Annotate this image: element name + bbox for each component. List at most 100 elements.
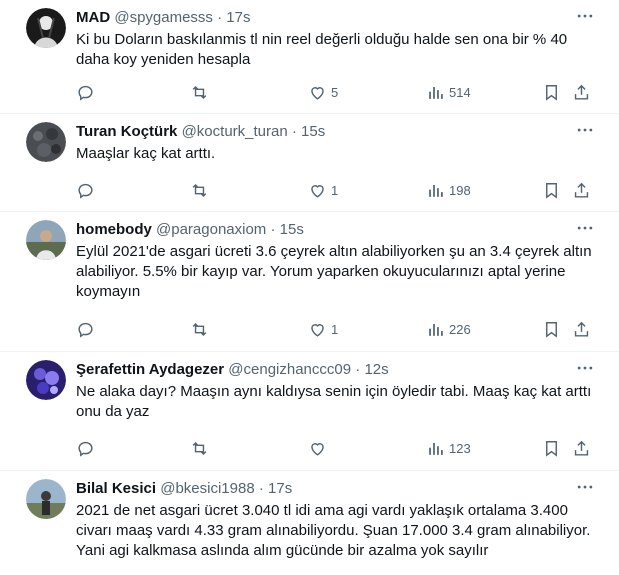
views-icon [429, 184, 443, 197]
tweet[interactable]: Şerafettin Aydagezer @cengizhanccc09 · 1… [0, 352, 619, 471]
avatar[interactable] [26, 479, 66, 519]
like-button[interactable]: 1 [308, 180, 338, 200]
views-button[interactable]: 514 [426, 82, 471, 102]
share-button[interactable] [572, 180, 591, 200]
separator: · [291, 123, 297, 140]
like-icon [311, 442, 324, 456]
separator: · [258, 480, 264, 497]
timestamp[interactable]: 17s [226, 9, 250, 26]
avatar[interactable] [26, 220, 66, 260]
retweet-button[interactable] [190, 319, 213, 339]
views-button[interactable]: 123 [426, 438, 471, 458]
tweet-header: homebody @paragonaxiom · 15s [76, 220, 304, 240]
tweet-text: Eylül 2021'de asgari ücreti 3.6 çeyrek a… [76, 243, 592, 300]
retweet-icon [192, 441, 207, 455]
user-handle[interactable]: @kocturk_turan [182, 123, 288, 140]
tweet-text: Ki bu Doların baskılanmis tl nin reel de… [76, 31, 568, 68]
bookmark-icon [546, 440, 557, 457]
views-count: 514 [449, 84, 471, 100]
tweet[interactable]: Turan Koçtürk @kocturk_turan · 15s Maaşl… [0, 114, 619, 212]
bookmark-button[interactable] [542, 82, 561, 102]
like-icon [311, 184, 324, 198]
separator: · [270, 221, 276, 238]
bookmark-button[interactable] [542, 319, 561, 339]
retweet-button[interactable] [190, 82, 213, 102]
display-name[interactable]: MAD [76, 9, 110, 26]
like-count: 5 [331, 84, 339, 100]
reply-icon [78, 322, 93, 338]
views-count: 123 [449, 440, 471, 456]
more-icon[interactable] [575, 218, 595, 238]
views-button[interactable]: 226 [426, 319, 471, 339]
tweet-actions: 123 [76, 438, 596, 458]
like-icon [311, 86, 324, 100]
tweet[interactable]: MAD @spygamesss · 17s Ki bu Doların bask… [0, 0, 619, 114]
bookmark-icon [546, 321, 557, 338]
bookmark-icon [546, 182, 557, 199]
views-count: 198 [449, 182, 471, 198]
reply-icon [78, 441, 93, 457]
share-icon [574, 84, 589, 100]
like-count: 1 [331, 182, 339, 198]
reply-icon [78, 85, 93, 101]
share-icon [574, 321, 589, 337]
share-button[interactable] [572, 438, 591, 458]
tweet[interactable]: homebody @paragonaxiom · 15s Eylül 2021'… [0, 212, 619, 352]
tweet-text: Ne alaka dayı? Maaşın aynı kaldıysa seni… [76, 383, 592, 420]
more-icon[interactable] [575, 6, 595, 26]
views-icon [429, 323, 443, 336]
user-handle[interactable]: @paragonaxiom [156, 221, 266, 238]
views-button[interactable]: 198 [426, 180, 471, 200]
display-name[interactable]: Bilal Kesici [76, 480, 156, 497]
user-handle[interactable]: @spygamesss [114, 9, 213, 26]
share-icon [574, 182, 589, 198]
timestamp[interactable]: 15s [301, 123, 325, 140]
retweet-icon [192, 183, 207, 197]
like-button[interactable] [308, 438, 331, 458]
tweet-actions: 1 198 [76, 180, 596, 200]
user-handle[interactable]: @bkesici1988 [160, 480, 254, 497]
avatar[interactable] [26, 360, 66, 400]
timestamp[interactable]: 17s [268, 480, 292, 497]
more-icon[interactable] [575, 120, 595, 140]
timestamp[interactable]: 15s [280, 221, 304, 238]
separator: · [355, 361, 361, 378]
like-icon [311, 323, 324, 337]
like-button[interactable]: 5 [308, 82, 338, 102]
display-name[interactable]: Turan Koçtürk [76, 123, 177, 140]
tweet-header: Şerafettin Aydagezer @cengizhanccc09 · 1… [76, 360, 389, 380]
tweet-header: MAD @spygamesss · 17s [76, 8, 250, 28]
reply-button[interactable] [76, 319, 99, 339]
share-button[interactable] [572, 82, 591, 102]
share-button[interactable] [572, 319, 591, 339]
tweet-actions: 5 514 [76, 82, 596, 102]
bookmark-icon [546, 84, 557, 101]
tweet[interactable]: Bilal Kesici @bkesici1988 · 17s 2021 de … [0, 471, 619, 575]
avatar[interactable] [26, 122, 66, 162]
reply-button[interactable] [76, 180, 99, 200]
separator: · [217, 9, 223, 26]
timestamp[interactable]: 12s [364, 361, 388, 378]
more-icon[interactable] [575, 477, 595, 497]
bookmark-button[interactable] [542, 180, 561, 200]
display-name[interactable]: Şerafettin Aydagezer [76, 361, 224, 378]
views-count: 226 [449, 321, 471, 337]
avatar[interactable] [26, 8, 66, 48]
share-icon [574, 440, 589, 456]
tweet-header: Turan Koçtürk @kocturk_turan · 15s [76, 122, 325, 142]
display-name[interactable]: homebody [76, 221, 152, 238]
retweet-button[interactable] [190, 438, 213, 458]
user-handle[interactable]: @cengizhanccc09 [228, 361, 351, 378]
reply-button[interactable] [76, 438, 99, 458]
retweet-icon [192, 85, 207, 99]
retweet-icon [192, 322, 207, 336]
bookmark-button[interactable] [542, 438, 561, 458]
more-icon[interactable] [575, 358, 595, 378]
like-button[interactable]: 1 [308, 319, 338, 339]
reply-button[interactable] [76, 82, 99, 102]
views-icon [429, 86, 443, 99]
reply-icon [78, 183, 93, 199]
tweet-header: Bilal Kesici @bkesici1988 · 17s [76, 479, 292, 499]
views-icon [429, 442, 443, 455]
retweet-button[interactable] [190, 180, 213, 200]
